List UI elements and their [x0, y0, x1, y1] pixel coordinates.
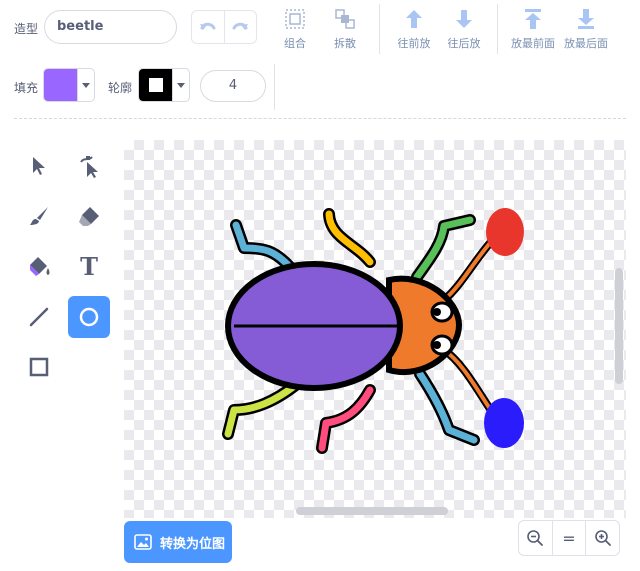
group-button[interactable]: 组合 [268, 6, 322, 52]
toolbar-divider [379, 4, 380, 54]
forward-button[interactable]: 往前放 [387, 6, 441, 52]
ungroup-icon [335, 9, 355, 29]
rectangle-tool[interactable] [18, 346, 60, 388]
backward-button[interactable]: 往后放 [437, 6, 491, 52]
antenna-tip-red [486, 208, 524, 256]
zoom-out-icon [527, 530, 544, 546]
zoom-reset-button[interactable]: = [551, 521, 586, 555]
antenna-tip-blue [484, 398, 524, 448]
fill-tool[interactable] [18, 245, 60, 287]
beetle-costume [222, 208, 524, 454]
send-to-back-icon [578, 9, 594, 29]
send-to-back-button[interactable]: 放最后面 [559, 6, 613, 52]
paint-canvas[interactable] [124, 140, 626, 518]
toolbar-divider [497, 4, 498, 54]
outline-label: 轮廓 [108, 81, 133, 95]
chevron-down-icon [177, 82, 185, 88]
circle-icon [79, 307, 99, 327]
group-icon [285, 9, 305, 29]
zoom-out-button[interactable] [519, 521, 552, 555]
text-tool[interactable]: T [68, 245, 110, 287]
vertical-scrollbar[interactable] [615, 268, 623, 384]
fill-swatch [44, 69, 77, 101]
image-icon [134, 534, 152, 550]
arrow-icon [33, 157, 45, 175]
redo-icon [232, 22, 249, 30]
zoom-controls: = [518, 520, 620, 556]
bucket-icon [30, 257, 50, 276]
bring-to-front-icon [525, 9, 541, 29]
section-divider [14, 118, 626, 119]
select-tool[interactable] [18, 145, 60, 187]
arrow-up-icon [406, 10, 422, 28]
outline-width-input[interactable]: 4 [200, 70, 266, 102]
bring-to-front-button[interactable]: 放最前面 [506, 6, 560, 52]
text-icon: T [80, 251, 98, 281]
circle-tool[interactable] [68, 296, 110, 338]
line-icon [29, 307, 49, 327]
redo-button[interactable] [223, 11, 257, 43]
outline-swatch [139, 69, 172, 101]
front-label: 放最前面 [511, 37, 555, 50]
back-label: 放最后面 [564, 37, 608, 50]
fill-label: 填充 [14, 81, 39, 95]
ungroup-label: 拆散 [334, 37, 356, 50]
reshape-tool[interactable] [68, 145, 110, 187]
zoom-in-icon [594, 530, 611, 546]
convert-to-bitmap-button[interactable]: 转换为位图 [124, 521, 232, 563]
chevron-down-icon [82, 82, 90, 88]
convert-label: 转换为位图 [160, 536, 226, 552]
rectangle-icon [29, 357, 49, 377]
horizontal-scrollbar[interactable] [296, 507, 448, 515]
undo-button[interactable] [192, 11, 224, 43]
equals-icon: = [562, 528, 576, 548]
fill-color-picker[interactable] [43, 68, 95, 102]
undo-redo-group [191, 10, 257, 44]
ungroup-button[interactable]: 拆散 [318, 6, 372, 52]
backward-label: 往后放 [447, 37, 481, 50]
arrow-down-icon [456, 10, 472, 28]
zoom-in-button[interactable] [585, 521, 619, 555]
style-divider [274, 64, 275, 110]
line-tool[interactable] [18, 296, 60, 338]
forward-label: 往前放 [397, 37, 431, 50]
reshape-icon [80, 156, 98, 178]
eraser-icon [79, 207, 99, 226]
outline-color-picker[interactable] [138, 68, 190, 102]
eraser-tool[interactable] [68, 195, 110, 237]
costume-name-input[interactable]: beetle [44, 10, 177, 44]
brush-tool[interactable] [18, 195, 60, 237]
undo-icon [199, 22, 216, 30]
costume-toolbar: 造型 beetle 组合 拆散 往前放 往后放 放最前面 放最后面 [0, 0, 640, 58]
costume-label: 造型 [14, 22, 39, 36]
brush-icon [30, 207, 48, 225]
group-label: 组合 [284, 37, 306, 50]
